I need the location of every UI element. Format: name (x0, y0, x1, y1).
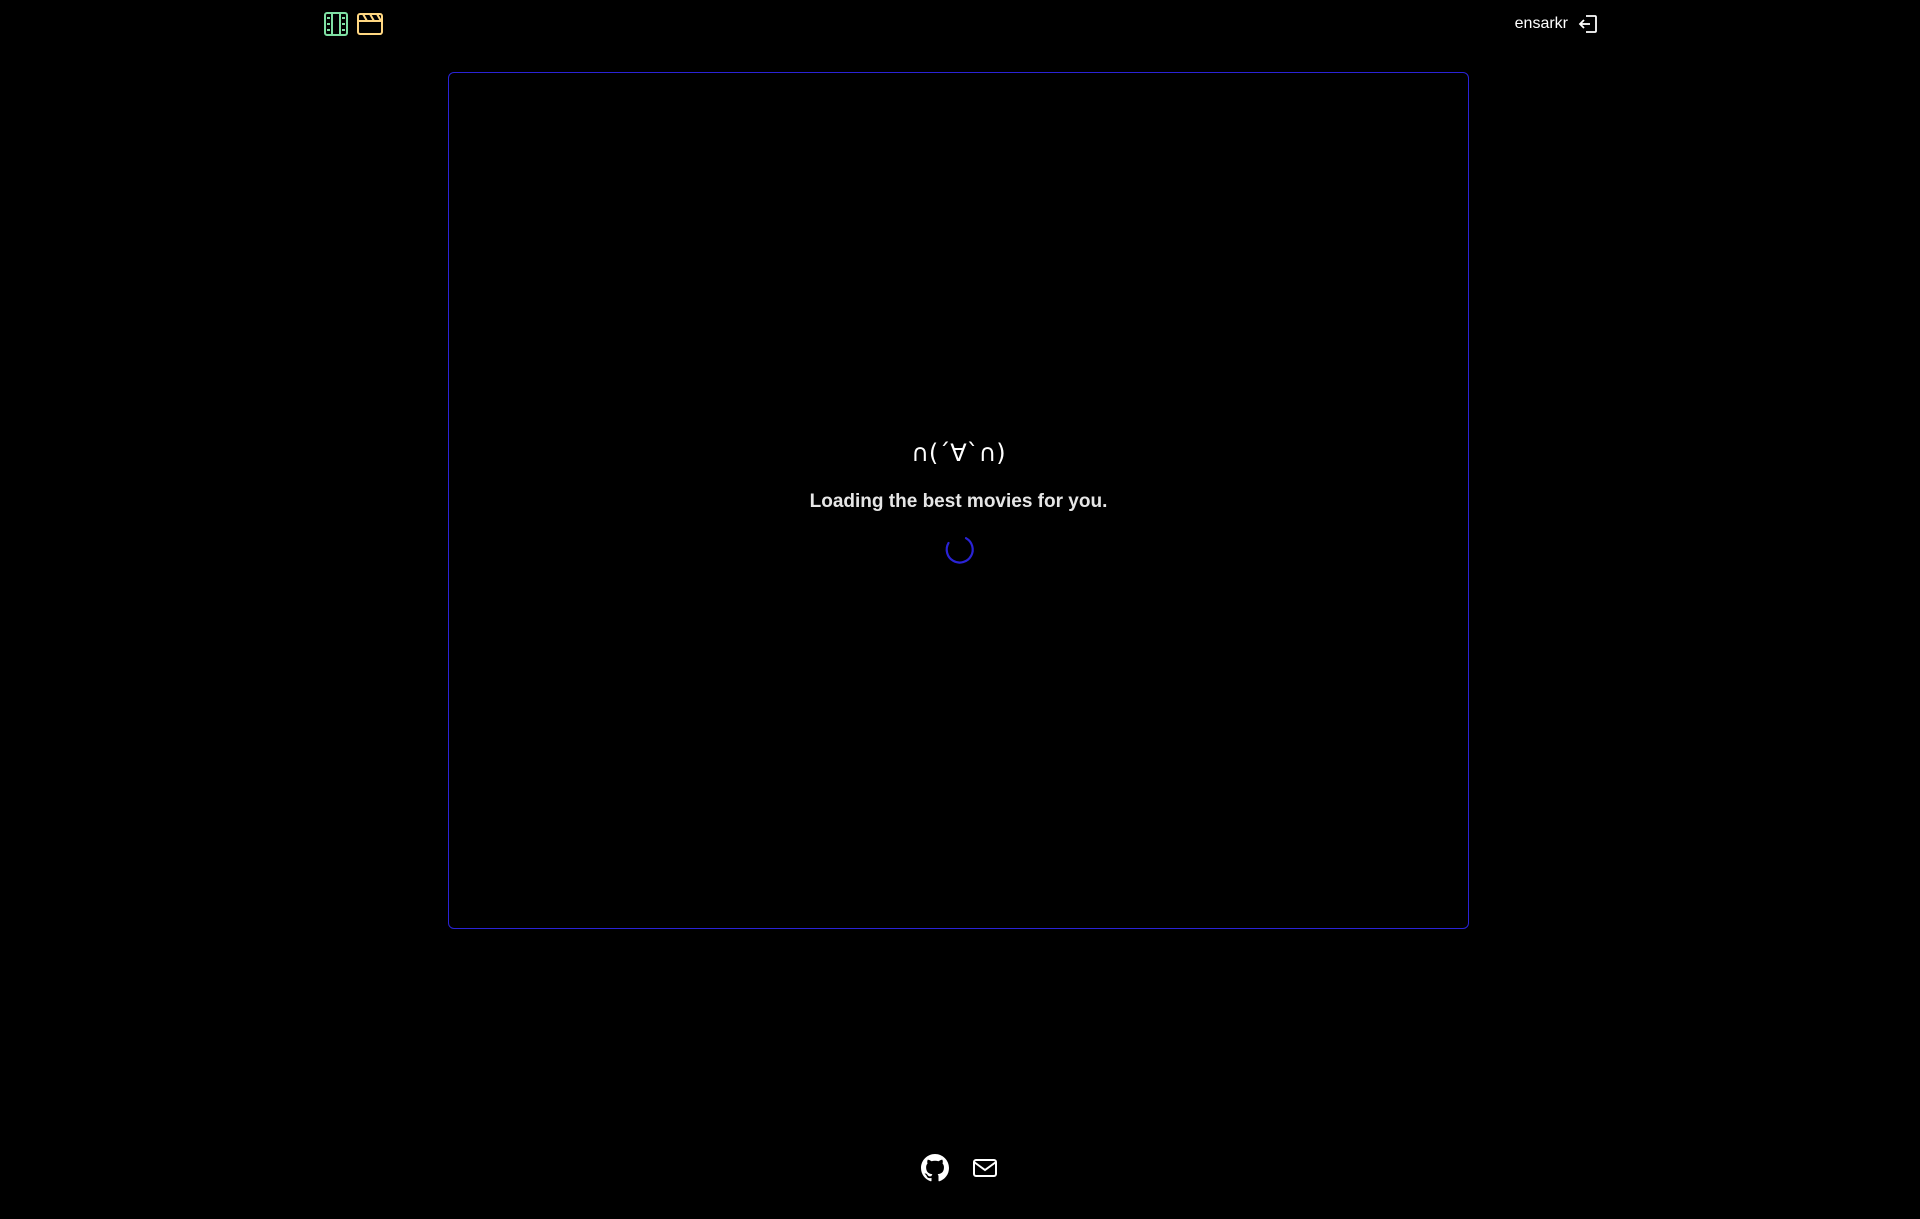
footer (0, 1153, 1920, 1183)
nav-left-group (322, 11, 384, 37)
loading-spinner-icon (945, 537, 974, 564)
github-icon (921, 1154, 949, 1182)
top-navigation: ensarkr (0, 0, 1920, 48)
loading-kaomoji: ∩(´∀`∩) (911, 439, 1006, 467)
clapperboard-icon (357, 13, 383, 35)
film-strip-icon (324, 12, 348, 36)
github-link[interactable] (920, 1153, 950, 1183)
mail-icon (973, 1159, 997, 1177)
loading-message: Loading the best movies for you. (809, 491, 1108, 512)
logout-icon (1578, 15, 1597, 33)
nav-right-group: ensarkr (1515, 11, 1600, 37)
content-panel: ∩(´∀`∩) Loading the best movies for you. (448, 72, 1469, 929)
clapperboard-button[interactable] (356, 11, 384, 37)
username-label: ensarkr (1514, 15, 1568, 32)
logout-button[interactable] (1576, 12, 1600, 36)
film-strip-button[interactable] (322, 11, 350, 37)
mail-link[interactable] (970, 1153, 1000, 1183)
